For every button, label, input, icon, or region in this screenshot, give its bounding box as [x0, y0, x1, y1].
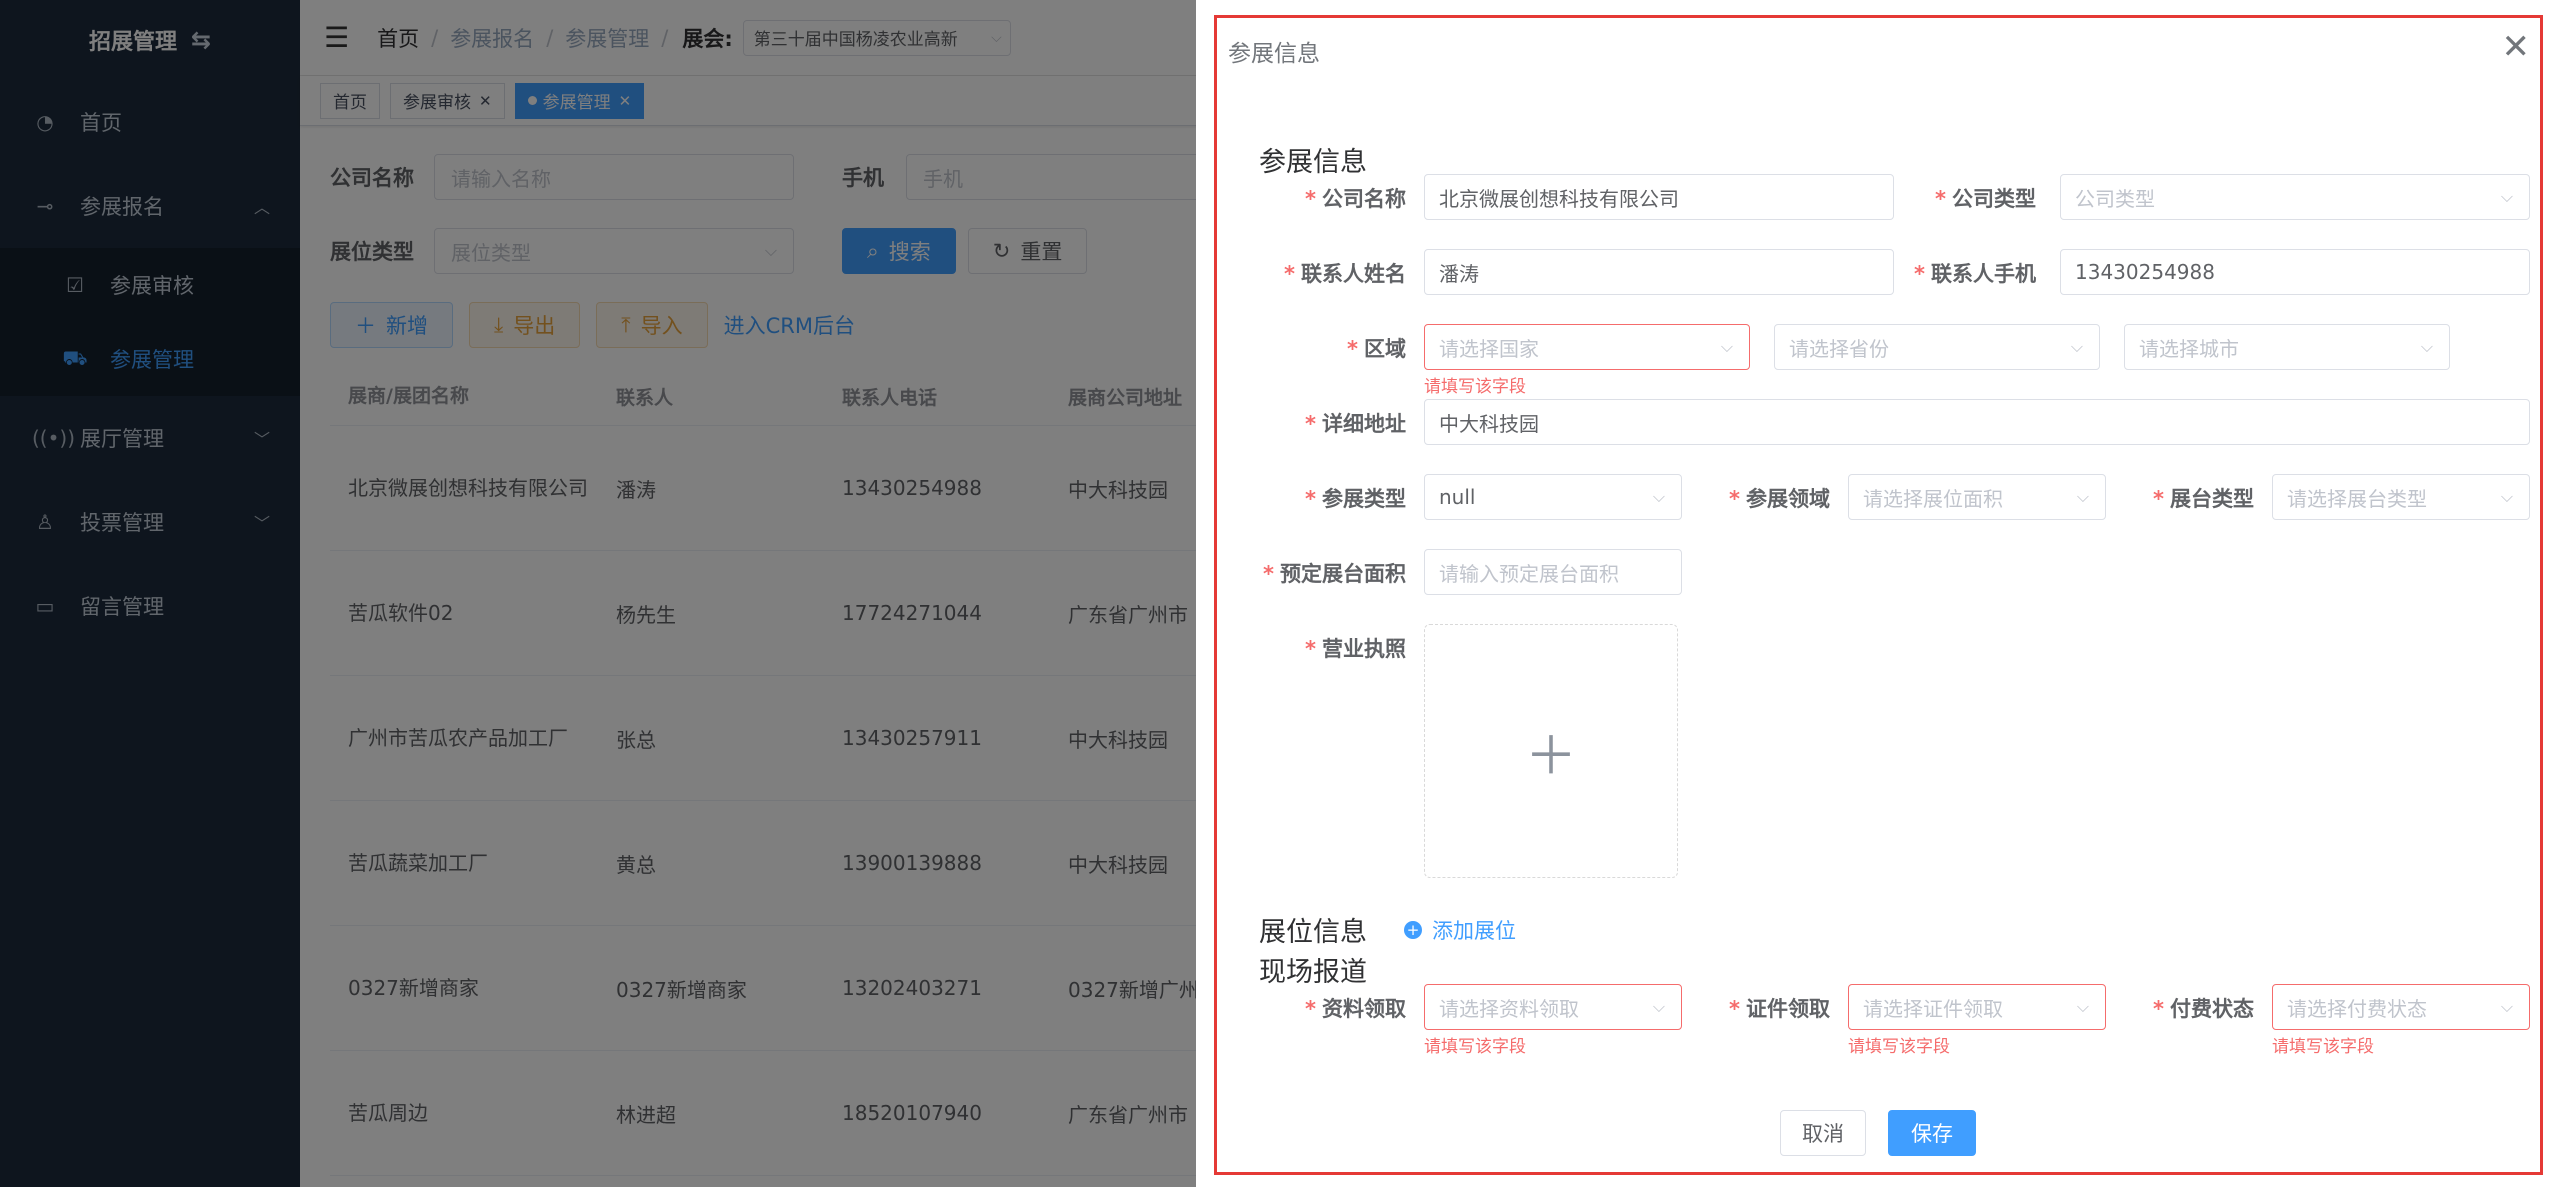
input-value: 中大科技园: [1439, 411, 1539, 436]
label-text: 公司名称: [1322, 187, 1406, 211]
placeholder: 请选择资料领取: [1439, 996, 1579, 1021]
company-type-select[interactable]: 公司类型 ⌵: [2060, 174, 2530, 220]
label-text: 公司类型: [1952, 187, 2036, 211]
save-button[interactable]: 保存: [1888, 1110, 1976, 1156]
city-select[interactable]: 请选择城市 ⌵: [2124, 324, 2450, 370]
chevron-down-icon: ⌵: [2500, 187, 2513, 206]
placeholder: 请选择展位面积: [1863, 486, 2003, 511]
label-text: 区域: [1364, 337, 1406, 361]
label-text: 详细地址: [1322, 412, 1406, 436]
section-title-info: 参展信息: [1259, 147, 1367, 178]
placeholder: 请选择国家: [1439, 336, 1539, 361]
plus-circle-icon: +: [1404, 921, 1422, 939]
section-title-booth: 展位信息: [1259, 917, 1367, 948]
label-text: 参展领域: [1746, 487, 1830, 511]
country-select[interactable]: 请选择国家 ⌵: [1424, 324, 1750, 370]
region-label: * 区域: [1347, 337, 1406, 361]
label-text: 付费状态: [2170, 997, 2254, 1021]
exhibit-field-label: * 参展领域: [1729, 487, 1830, 511]
close-icon[interactable]: ✕: [2502, 30, 2531, 64]
country-error: 请填写该字段: [1424, 377, 1526, 397]
chevron-down-icon: ⌵: [2500, 997, 2513, 1016]
placeholder: 请选择证件领取: [1863, 996, 2003, 1021]
placeholder: 请选择城市: [2139, 336, 2239, 361]
license-label: * 营业执照: [1305, 637, 1406, 661]
exhibitor-drawer: 参展信息 ✕ 参展信息 * 公司名称 北京微展创想科技有限公司 * 公司类型 公司类…: [1196, 0, 2560, 1187]
payment-label: * 付费状态: [2153, 997, 2254, 1021]
company-name-input[interactable]: 北京微展创想科技有限公司: [1424, 174, 1894, 220]
booth-type-select[interactable]: 请选择展台类型 ⌵: [2272, 474, 2530, 520]
license-upload[interactable]: ＋: [1424, 624, 1678, 878]
booth-type-label: * 展台类型: [2153, 487, 2254, 511]
company-type-label: * 公司类型: [1935, 187, 2036, 211]
payment-error: 请填写该字段: [2272, 1037, 2374, 1057]
label-text: 参展类型: [1322, 487, 1406, 511]
chevron-down-icon: ⌵: [2420, 337, 2433, 356]
placeholder: 请选择付费状态: [2287, 996, 2427, 1021]
section-title-onsite: 现场报道: [1259, 957, 1367, 988]
booth-area-input[interactable]: 请输入预定展台面积: [1424, 549, 1682, 595]
address-label: * 详细地址: [1305, 412, 1406, 436]
placeholder: 请选择展台类型: [2287, 486, 2427, 511]
cancel-button[interactable]: 取消: [1780, 1110, 1866, 1156]
chevron-down-icon: ⌵: [1720, 337, 1733, 356]
province-select[interactable]: 请选择省份 ⌵: [1774, 324, 2100, 370]
label-text: 联系人手机: [1931, 262, 2036, 286]
label-text: 预定展台面积: [1280, 562, 1406, 586]
contact-phone-input[interactable]: 13430254988: [2060, 249, 2530, 295]
placeholder: 请选择省份: [1789, 336, 1889, 361]
payment-select[interactable]: 请选择付费状态 ⌵: [2272, 984, 2530, 1030]
contact-name-input[interactable]: 潘涛: [1424, 249, 1894, 295]
placeholder: 请输入预定展台面积: [1439, 561, 1619, 586]
contact-phone-label: * 联系人手机: [1914, 262, 2036, 286]
certificate-label: * 证件领取: [1729, 997, 1830, 1021]
label-text: 营业执照: [1322, 637, 1406, 661]
input-value: null: [1439, 485, 1476, 509]
input-value: 北京微展创想科技有限公司: [1439, 186, 1679, 211]
address-input[interactable]: 中大科技园: [1424, 399, 2530, 445]
drawer-title: 参展信息: [1228, 41, 1320, 67]
exhibit-type-label: * 参展类型: [1305, 487, 1406, 511]
add-booth-button[interactable]: + 添加展位: [1404, 915, 1516, 945]
booth-area-label: * 预定展台面积: [1263, 562, 1406, 586]
input-value: 潘涛: [1439, 261, 1479, 286]
chevron-down-icon: ⌵: [2500, 487, 2513, 506]
label-text: 证件领取: [1746, 997, 1830, 1021]
label-text: 联系人姓名: [1301, 262, 1406, 286]
company-name-label: * 公司名称: [1305, 187, 1406, 211]
label-text: 资料领取: [1322, 997, 1406, 1021]
label-text: 展台类型: [2170, 487, 2254, 511]
placeholder: 公司类型: [2075, 186, 2155, 211]
chevron-down-icon: ⌵: [2070, 337, 2083, 356]
button-label: 添加展位: [1432, 919, 1516, 943]
materials-error: 请填写该字段: [1424, 1037, 1526, 1057]
input-value: 13430254988: [2075, 260, 2215, 284]
materials-label: * 资料领取: [1305, 997, 1406, 1021]
contact-name-label: * 联系人姓名: [1284, 262, 1406, 286]
plus-icon: ＋: [1524, 726, 1577, 787]
certificate-error: 请填写该字段: [1848, 1037, 1950, 1057]
